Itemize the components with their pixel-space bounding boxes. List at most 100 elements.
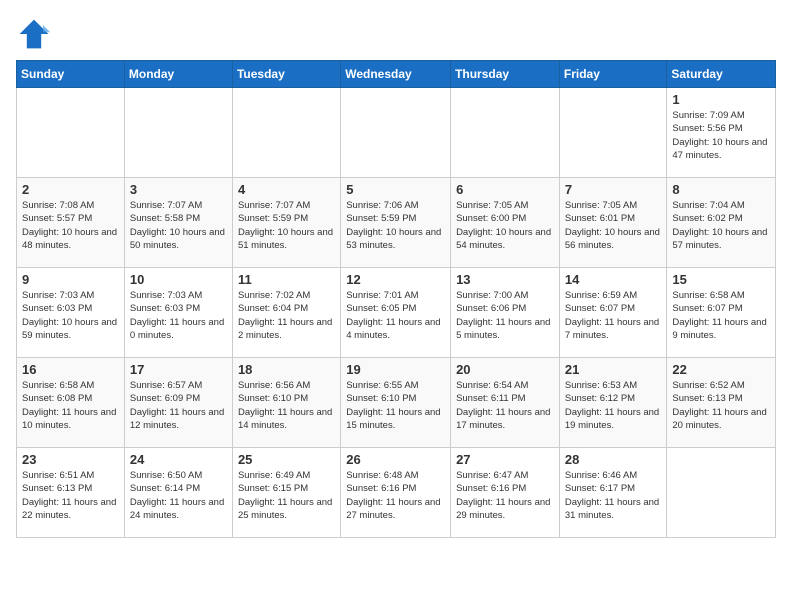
day-info: Sunrise: 6:47 AM Sunset: 6:16 PM Dayligh… (456, 469, 554, 522)
day-info: Sunrise: 6:49 AM Sunset: 6:15 PM Dayligh… (238, 469, 335, 522)
day-number: 15 (672, 272, 770, 287)
calendar-cell: 2 Sunrise: 7:08 AM Sunset: 5:57 PM Daylig… (17, 178, 125, 268)
day-info: Sunrise: 7:07 AM Sunset: 5:59 PM Dayligh… (238, 199, 335, 252)
day-info: Sunrise: 7:02 AM Sunset: 6:04 PM Dayligh… (238, 289, 335, 342)
day-number: 20 (456, 362, 554, 377)
day-info: Sunrise: 6:53 AM Sunset: 6:12 PM Dayligh… (565, 379, 662, 432)
calendar-cell (559, 88, 667, 178)
day-number: 9 (22, 272, 119, 287)
calendar-cell: 28 Sunrise: 6:46 AM Sunset: 6:17 PM Dayli… (559, 448, 667, 538)
day-info: Sunrise: 7:09 AM Sunset: 5:56 PM Dayligh… (672, 109, 770, 162)
calendar-cell: 3 Sunrise: 7:07 AM Sunset: 5:58 PM Daylig… (124, 178, 232, 268)
calendar-cell: 23 Sunrise: 6:51 AM Sunset: 6:13 PM Dayli… (17, 448, 125, 538)
day-number: 28 (565, 452, 662, 467)
day-number: 22 (672, 362, 770, 377)
calendar-cell: 8 Sunrise: 7:04 AM Sunset: 6:02 PM Daylig… (667, 178, 776, 268)
calendar-cell: 11 Sunrise: 7:02 AM Sunset: 6:04 PM Dayli… (232, 268, 340, 358)
calendar-cell: 20 Sunrise: 6:54 AM Sunset: 6:11 PM Dayli… (451, 358, 560, 448)
logo (16, 16, 56, 52)
calendar-week-2: 2 Sunrise: 7:08 AM Sunset: 5:57 PM Daylig… (17, 178, 776, 268)
calendar-cell (667, 448, 776, 538)
calendar-cell (451, 88, 560, 178)
calendar-cell: 9 Sunrise: 7:03 AM Sunset: 6:03 PM Daylig… (17, 268, 125, 358)
day-info: Sunrise: 6:46 AM Sunset: 6:17 PM Dayligh… (565, 469, 662, 522)
day-number: 7 (565, 182, 662, 197)
day-info: Sunrise: 6:57 AM Sunset: 6:09 PM Dayligh… (130, 379, 227, 432)
day-number: 3 (130, 182, 227, 197)
day-number: 23 (22, 452, 119, 467)
day-number: 10 (130, 272, 227, 287)
day-info: Sunrise: 6:58 AM Sunset: 6:07 PM Dayligh… (672, 289, 770, 342)
calendar-cell (124, 88, 232, 178)
day-info: Sunrise: 6:54 AM Sunset: 6:11 PM Dayligh… (456, 379, 554, 432)
calendar-week-5: 23 Sunrise: 6:51 AM Sunset: 6:13 PM Dayli… (17, 448, 776, 538)
day-info: Sunrise: 6:58 AM Sunset: 6:08 PM Dayligh… (22, 379, 119, 432)
header-cell-monday: Monday (124, 61, 232, 88)
day-info: Sunrise: 7:00 AM Sunset: 6:06 PM Dayligh… (456, 289, 554, 342)
day-info: Sunrise: 7:05 AM Sunset: 6:01 PM Dayligh… (565, 199, 662, 252)
day-info: Sunrise: 6:52 AM Sunset: 6:13 PM Dayligh… (672, 379, 770, 432)
calendar-table: SundayMondayTuesdayWednesdayThursdayFrid… (16, 60, 776, 538)
calendar-cell (341, 88, 451, 178)
day-number: 11 (238, 272, 335, 287)
day-number: 12 (346, 272, 445, 287)
day-number: 13 (456, 272, 554, 287)
calendar-cell: 25 Sunrise: 6:49 AM Sunset: 6:15 PM Dayli… (232, 448, 340, 538)
header-cell-friday: Friday (559, 61, 667, 88)
day-info: Sunrise: 7:04 AM Sunset: 6:02 PM Dayligh… (672, 199, 770, 252)
calendar-cell: 21 Sunrise: 6:53 AM Sunset: 6:12 PM Dayli… (559, 358, 667, 448)
calendar-cell: 26 Sunrise: 6:48 AM Sunset: 6:16 PM Dayli… (341, 448, 451, 538)
day-info: Sunrise: 6:51 AM Sunset: 6:13 PM Dayligh… (22, 469, 119, 522)
calendar-week-3: 9 Sunrise: 7:03 AM Sunset: 6:03 PM Daylig… (17, 268, 776, 358)
day-info: Sunrise: 6:56 AM Sunset: 6:10 PM Dayligh… (238, 379, 335, 432)
calendar-cell: 10 Sunrise: 7:03 AM Sunset: 6:03 PM Dayli… (124, 268, 232, 358)
day-info: Sunrise: 7:03 AM Sunset: 6:03 PM Dayligh… (22, 289, 119, 342)
header-cell-saturday: Saturday (667, 61, 776, 88)
day-info: Sunrise: 7:03 AM Sunset: 6:03 PM Dayligh… (130, 289, 227, 342)
day-number: 24 (130, 452, 227, 467)
calendar-cell: 17Sunrise: 6:57 AM Sunset: 6:09 PM Dayli… (124, 358, 232, 448)
day-info: Sunrise: 6:55 AM Sunset: 6:10 PM Dayligh… (346, 379, 445, 432)
day-info: Sunrise: 7:01 AM Sunset: 6:05 PM Dayligh… (346, 289, 445, 342)
day-number: 16 (22, 362, 119, 377)
calendar-cell: 18 Sunrise: 6:56 AM Sunset: 6:10 PM Dayli… (232, 358, 340, 448)
day-number: 2 (22, 182, 119, 197)
day-number: 6 (456, 182, 554, 197)
day-info: Sunrise: 6:50 AM Sunset: 6:14 PM Dayligh… (130, 469, 227, 522)
day-number: 25 (238, 452, 335, 467)
header-cell-wednesday: Wednesday (341, 61, 451, 88)
day-number: 4 (238, 182, 335, 197)
day-number: 18 (238, 362, 335, 377)
calendar-cell: 27 Sunrise: 6:47 AM Sunset: 6:16 PM Dayli… (451, 448, 560, 538)
calendar-week-4: 16 Sunrise: 6:58 AM Sunset: 6:08 PM Dayli… (17, 358, 776, 448)
logo-icon (16, 16, 52, 52)
day-number: 5 (346, 182, 445, 197)
day-info: Sunrise: 7:05 AM Sunset: 6:00 PM Dayligh… (456, 199, 554, 252)
day-info: Sunrise: 6:59 AM Sunset: 6:07 PM Dayligh… (565, 289, 662, 342)
day-number: 8 (672, 182, 770, 197)
day-number: 1 (672, 92, 770, 107)
header-cell-tuesday: Tuesday (232, 61, 340, 88)
calendar-cell: 15 Sunrise: 6:58 AM Sunset: 6:07 PM Dayli… (667, 268, 776, 358)
calendar-cell: 6 Sunrise: 7:05 AM Sunset: 6:00 PM Daylig… (451, 178, 560, 268)
day-number: 27 (456, 452, 554, 467)
day-number: 14 (565, 272, 662, 287)
calendar-cell (232, 88, 340, 178)
day-info: Sunrise: 6:48 AM Sunset: 6:16 PM Dayligh… (346, 469, 445, 522)
calendar-cell: 22 Sunrise: 6:52 AM Sunset: 6:13 PM Dayli… (667, 358, 776, 448)
day-number: 26 (346, 452, 445, 467)
calendar-cell: 7 Sunrise: 7:05 AM Sunset: 6:01 PM Daylig… (559, 178, 667, 268)
calendar-cell (17, 88, 125, 178)
page-header (16, 16, 776, 52)
calendar-cell: 19Sunrise: 6:55 AM Sunset: 6:10 PM Dayli… (341, 358, 451, 448)
day-number: 21 (565, 362, 662, 377)
day-info: Sunrise: 7:06 AM Sunset: 5:59 PM Dayligh… (346, 199, 445, 252)
day-info: Sunrise: 7:07 AM Sunset: 5:58 PM Dayligh… (130, 199, 227, 252)
calendar-body: 1 Sunrise: 7:09 AM Sunset: 5:56 PM Daylig… (17, 88, 776, 538)
calendar-header-row: SundayMondayTuesdayWednesdayThursdayFrid… (17, 61, 776, 88)
calendar-cell: 13 Sunrise: 7:00 AM Sunset: 6:06 PM Dayli… (451, 268, 560, 358)
day-info: Sunrise: 7:08 AM Sunset: 5:57 PM Dayligh… (22, 199, 119, 252)
calendar-cell: 5 Sunrise: 7:06 AM Sunset: 5:59 PM Daylig… (341, 178, 451, 268)
calendar-week-1: 1 Sunrise: 7:09 AM Sunset: 5:56 PM Daylig… (17, 88, 776, 178)
header-cell-thursday: Thursday (451, 61, 560, 88)
